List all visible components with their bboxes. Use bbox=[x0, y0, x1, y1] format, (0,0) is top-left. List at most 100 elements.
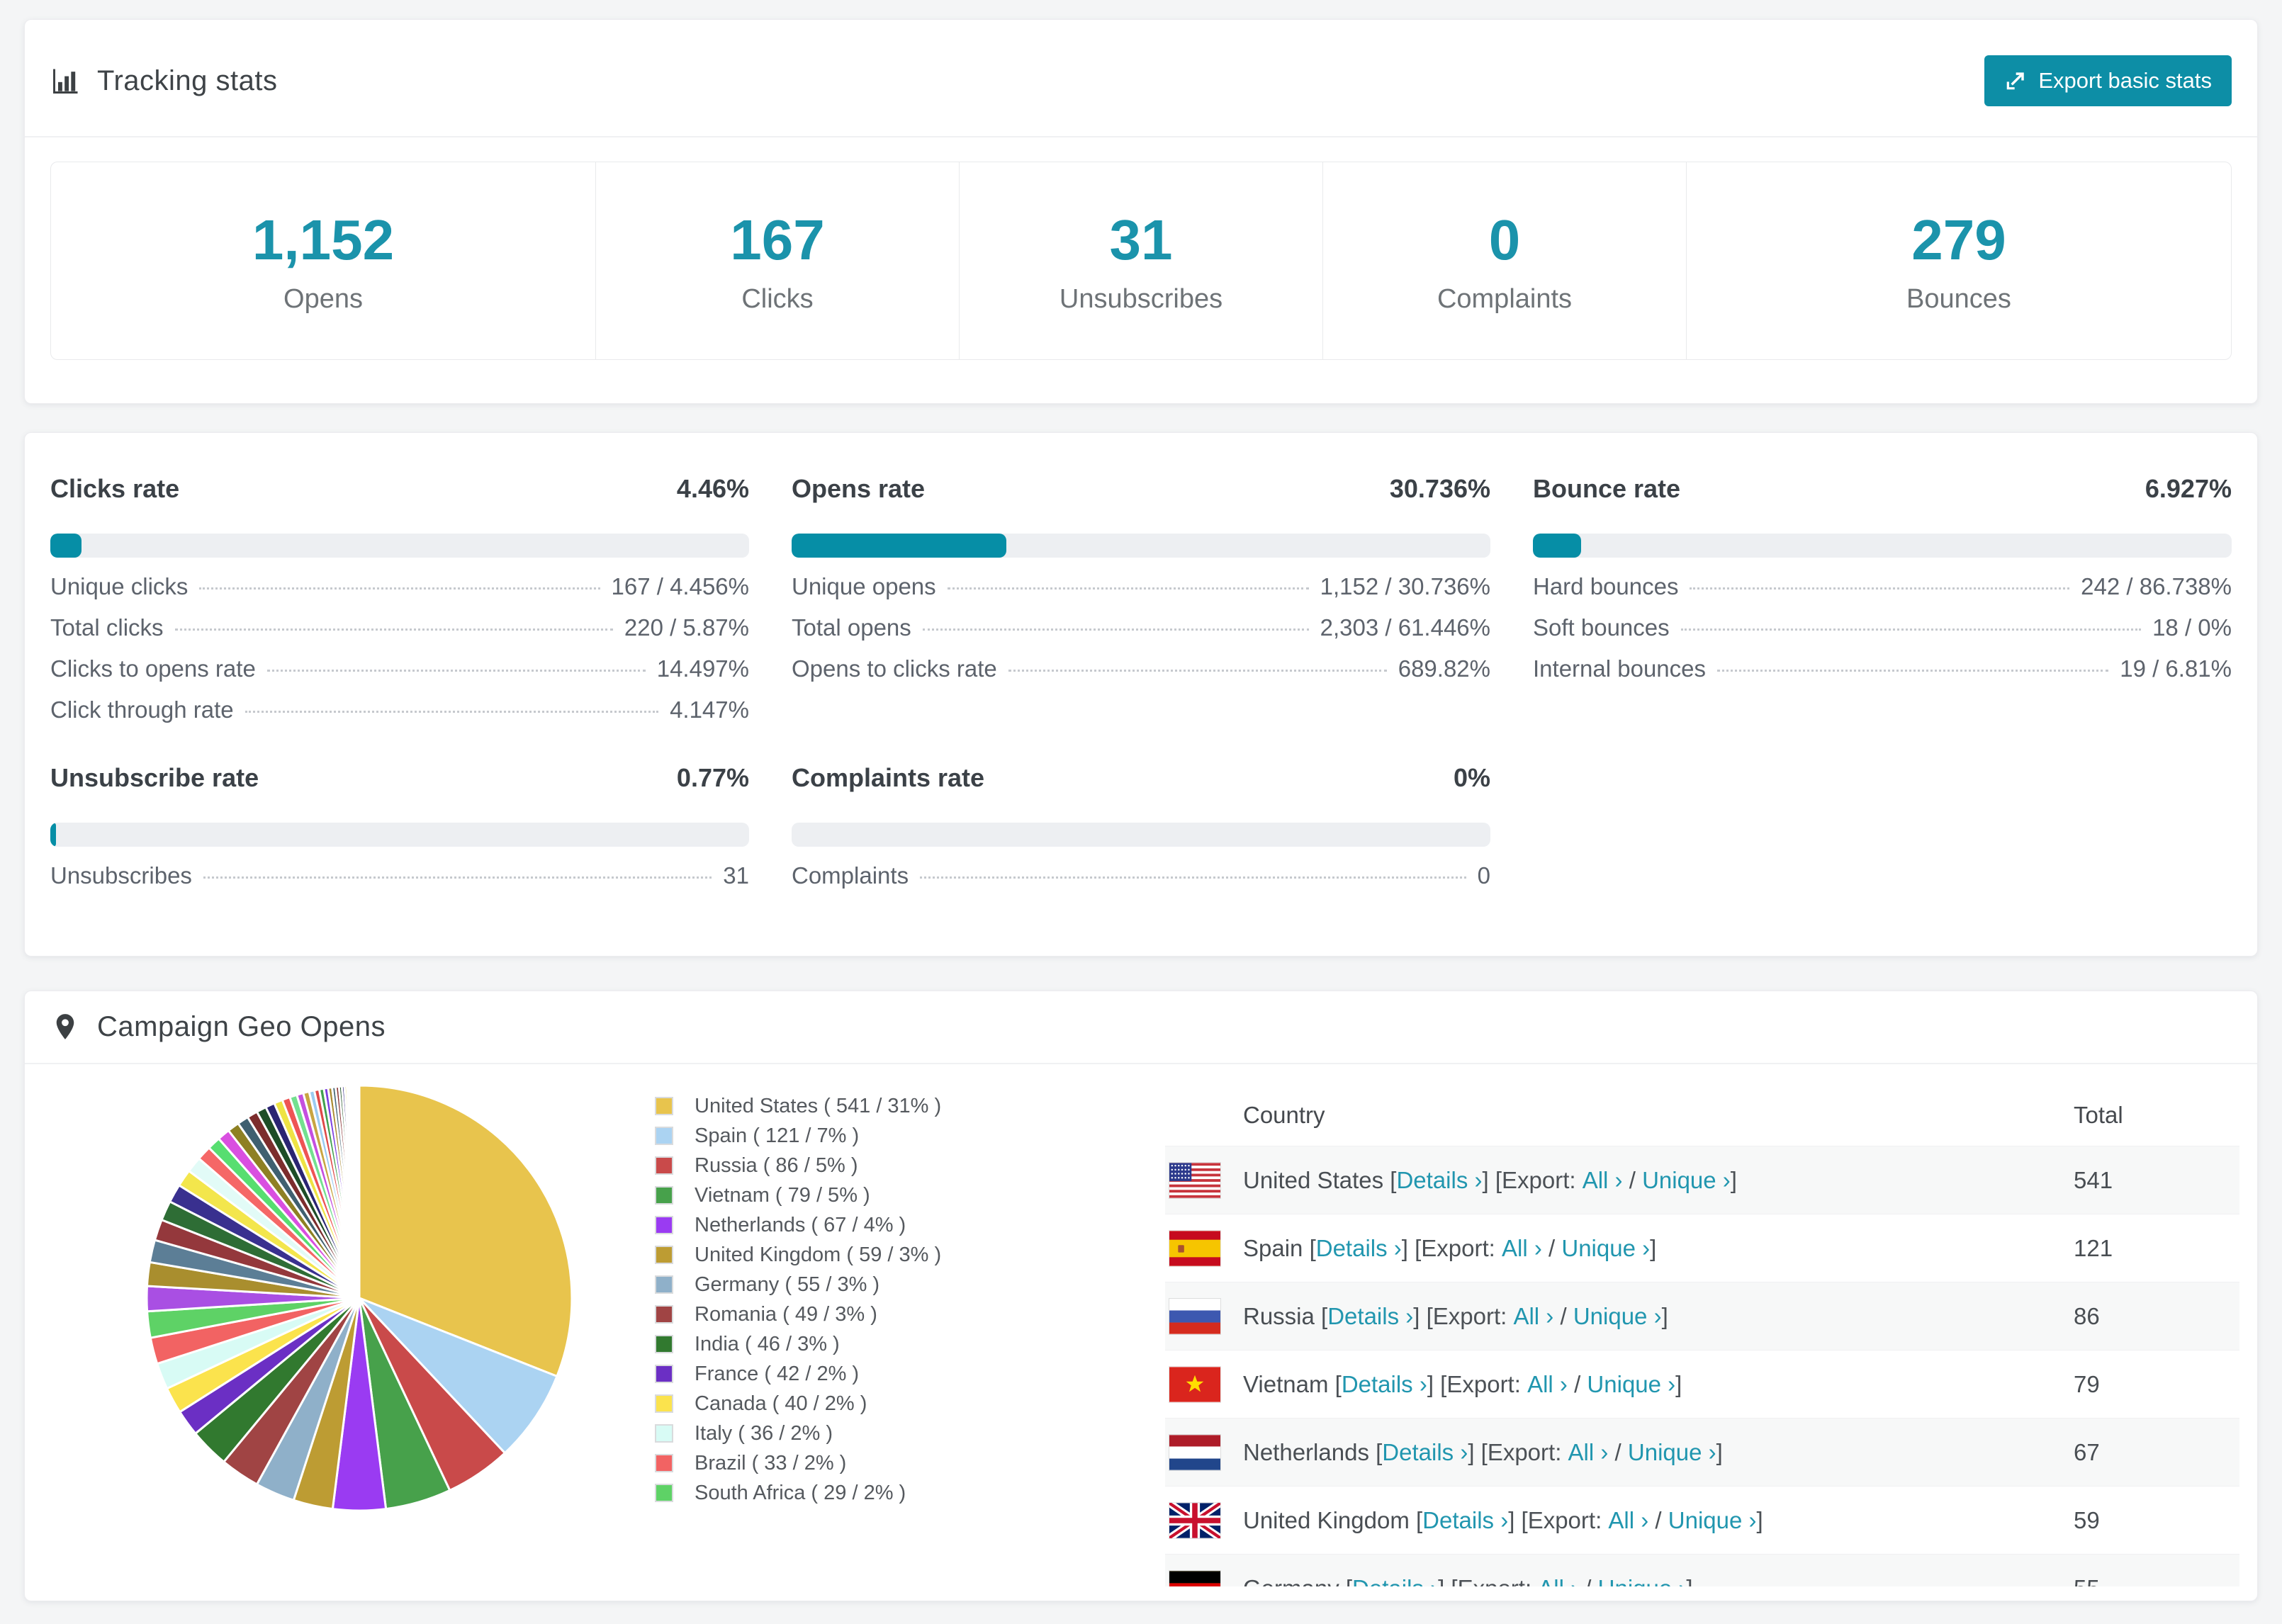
legend-swatch bbox=[655, 1186, 673, 1205]
export-all-link[interactable]: All › bbox=[1502, 1235, 1542, 1262]
dotted-leader bbox=[947, 587, 1309, 590]
rate-row-label: Unique opens bbox=[792, 573, 936, 599]
legend-item-vietnam[interactable]: Vietnam ( 79 / 5% ) bbox=[655, 1180, 941, 1210]
stat-box-complaints: 0 Complaints bbox=[1322, 162, 1686, 359]
details-link[interactable]: Details › bbox=[1342, 1371, 1427, 1398]
rate-value: 30.736% bbox=[1389, 474, 1490, 503]
total-value: 79 bbox=[2074, 1370, 2100, 1397]
legend-item-netherlands[interactable]: Netherlands ( 67 / 4% ) bbox=[655, 1210, 941, 1240]
export-unique-link[interactable]: Unique › bbox=[1561, 1235, 1650, 1262]
rate-row-label: Internal bounces bbox=[1533, 655, 1707, 682]
details-link[interactable]: Details › bbox=[1327, 1303, 1413, 1330]
legend-item-italy[interactable]: Italy ( 36 / 2% ) bbox=[655, 1419, 941, 1448]
geo-title: Campaign Geo Opens bbox=[97, 1011, 386, 1042]
total-value: 541 bbox=[2074, 1166, 2113, 1193]
dotted-leader bbox=[1008, 670, 1387, 672]
rate-row-label: Total opens bbox=[792, 614, 911, 641]
legend-item-brazil[interactable]: Brazil ( 33 / 2% ) bbox=[655, 1448, 941, 1478]
flag-gb-icon bbox=[1169, 1502, 1220, 1538]
details-link[interactable]: Details › bbox=[1352, 1575, 1438, 1587]
geo-table: Country Total United States [Details ›] … bbox=[1165, 1085, 2239, 1586]
dotted-leader bbox=[266, 670, 646, 672]
country-name: Vietnam bbox=[1243, 1370, 1335, 1397]
legend-label: South Africa ( 29 / 2% ) bbox=[695, 1481, 906, 1504]
export-unique-link[interactable]: Unique › bbox=[1642, 1167, 1731, 1194]
legend-swatch bbox=[655, 1394, 673, 1413]
export-all-link[interactable]: All › bbox=[1583, 1167, 1623, 1194]
details-link[interactable]: Details › bbox=[1396, 1167, 1482, 1194]
progress-fill bbox=[50, 534, 82, 558]
table-header: Country Total bbox=[1165, 1085, 2239, 1146]
rate-row-value: 1,152 / 30.736% bbox=[1320, 573, 1490, 599]
export-unique-link[interactable]: Unique › bbox=[1628, 1439, 1716, 1466]
rate-row: Soft bounces 18 / 0% bbox=[1533, 614, 2232, 655]
progress-track bbox=[792, 823, 1490, 847]
rate-row: Click through rate 4.147% bbox=[50, 697, 749, 738]
legend-label: India ( 46 / 3% ) bbox=[695, 1332, 840, 1355]
rates-card: Clicks rate 4.46% Unique clicks 167 / 4.… bbox=[24, 432, 2258, 957]
export-all-link[interactable]: All › bbox=[1608, 1507, 1648, 1534]
legend-item-romania[interactable]: Romania ( 49 / 3% ) bbox=[655, 1299, 941, 1329]
dotted-leader bbox=[920, 876, 1466, 879]
export-basic-stats-button[interactable]: Export basic stats bbox=[1984, 55, 2232, 106]
rate-row-value: 14.497% bbox=[656, 655, 749, 682]
export-all-link[interactable]: All › bbox=[1513, 1303, 1553, 1330]
legend-label: Spain ( 121 / 7% ) bbox=[695, 1124, 860, 1147]
legend-item-germany[interactable]: Germany ( 55 / 3% ) bbox=[655, 1270, 941, 1299]
details-link[interactable]: Details › bbox=[1422, 1507, 1508, 1534]
legend-label: Romania ( 49 / 3% ) bbox=[695, 1302, 877, 1326]
stat-box-clicks: 167 Clicks bbox=[595, 162, 959, 359]
dotted-leader bbox=[244, 711, 659, 713]
legend-label: United Kingdom ( 59 / 3% ) bbox=[695, 1243, 942, 1266]
progress-fill bbox=[792, 534, 1007, 558]
legend-item-united-kingdom[interactable]: United Kingdom ( 59 / 3% ) bbox=[655, 1240, 941, 1270]
rate-row: Unsubscribes 31 bbox=[50, 862, 749, 903]
column-total: Total bbox=[2074, 1102, 2123, 1128]
details-link[interactable]: Details › bbox=[1316, 1235, 1402, 1262]
table-row-united-kingdom: United Kingdom [Details ›] [Export: All … bbox=[1165, 1486, 2239, 1554]
bar-chart-icon bbox=[50, 65, 82, 96]
geo-legend: United States ( 541 / 31% ) Spain ( 121 … bbox=[655, 1091, 941, 1508]
dashboard-page: Tracking stats Export basic stats 1,152 … bbox=[0, 0, 2282, 1624]
rate-title: Clicks rate bbox=[50, 474, 180, 503]
export-unique-link[interactable]: Unique › bbox=[1587, 1371, 1675, 1398]
export-all-link[interactable]: All › bbox=[1538, 1575, 1578, 1587]
rate-row: Total clicks 220 / 5.87% bbox=[50, 614, 749, 655]
stat-box-opens: 1,152 Opens bbox=[51, 162, 595, 359]
legend-item-south-africa[interactable]: South Africa ( 29 / 2% ) bbox=[655, 1478, 941, 1508]
table-row-spain: Spain [Details ›] [Export: All › / Uniqu… bbox=[1165, 1214, 2239, 1282]
stat-value: 1,152 bbox=[252, 208, 395, 271]
table-row-netherlands: Netherlands [Details ›] [Export: All › /… bbox=[1165, 1418, 2239, 1486]
progress-fill bbox=[1533, 534, 1582, 558]
legend-item-united-states[interactable]: United States ( 541 / 31% ) bbox=[655, 1091, 941, 1121]
country-name: Netherlands bbox=[1243, 1438, 1376, 1465]
stat-label: Opens bbox=[283, 283, 363, 314]
export-unique-link[interactable]: Unique › bbox=[1573, 1303, 1662, 1330]
export-unique-link[interactable]: Unique › bbox=[1598, 1575, 1687, 1587]
stat-label: Unsubscribes bbox=[1059, 283, 1223, 314]
total-value: 55 bbox=[2074, 1575, 2239, 1587]
dotted-leader bbox=[1690, 587, 2070, 590]
flag-ru-icon bbox=[1169, 1298, 1220, 1334]
stat-box-unsubscribes: 31 Unsubscribes bbox=[959, 162, 1322, 359]
country-name: Russia bbox=[1243, 1302, 1322, 1329]
tracking-stats-card: Tracking stats Export basic stats 1,152 … bbox=[24, 19, 2258, 404]
tracking-stats-header: Tracking stats Export basic stats bbox=[25, 20, 2257, 137]
rate-row-label: Soft bounces bbox=[1533, 614, 1670, 641]
rate-panel-complaints-rate: Complaints rate 0% Complaints 0 bbox=[792, 763, 1490, 903]
dotted-leader bbox=[1680, 628, 2142, 631]
legend-item-india[interactable]: India ( 46 / 3% ) bbox=[655, 1329, 941, 1359]
progress-track bbox=[50, 823, 749, 847]
legend-item-russia[interactable]: Russia ( 86 / 5% ) bbox=[655, 1151, 941, 1180]
legend-label: Brazil ( 33 / 2% ) bbox=[695, 1451, 847, 1474]
details-link[interactable]: Details › bbox=[1382, 1439, 1468, 1466]
export-all-link[interactable]: All › bbox=[1527, 1371, 1568, 1398]
legend-item-spain[interactable]: Spain ( 121 / 7% ) bbox=[655, 1121, 941, 1151]
legend-item-france[interactable]: France ( 42 / 2% ) bbox=[655, 1359, 941, 1389]
rate-row-value: 689.82% bbox=[1398, 655, 1490, 682]
export-unique-link[interactable]: Unique › bbox=[1668, 1507, 1757, 1534]
legend-swatch bbox=[655, 1156, 673, 1175]
export-all-link[interactable]: All › bbox=[1568, 1439, 1609, 1466]
legend-swatch bbox=[655, 1097, 673, 1115]
legend-item-canada[interactable]: Canada ( 40 / 2% ) bbox=[655, 1389, 941, 1419]
